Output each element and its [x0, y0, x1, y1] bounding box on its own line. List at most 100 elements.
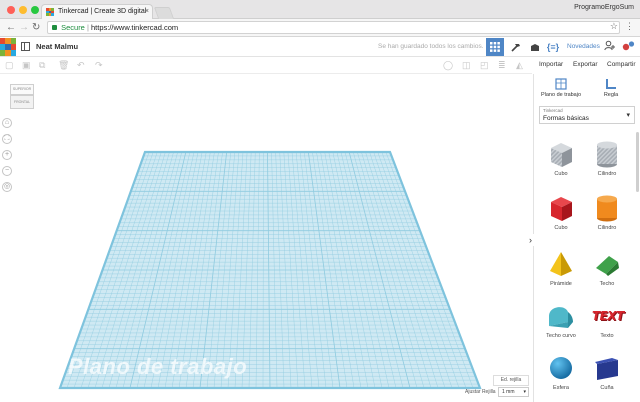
shape-sphere[interactable]: Esfera	[538, 354, 584, 391]
side-actions-bar: Importar Exportar Compartir	[532, 57, 640, 74]
shape-label: Cubo	[554, 225, 568, 231]
light-bulb-icon[interactable]: ◯	[443, 60, 453, 70]
forward-arrow-icon[interactable]: →	[19, 22, 29, 33]
shape-label: Techo	[599, 281, 615, 287]
design-name[interactable]: Neat Malmu	[36, 42, 78, 51]
workplane-icon	[555, 78, 567, 91]
sphere-icon	[546, 354, 576, 382]
zoom-out-icon[interactable]: −	[2, 166, 12, 176]
browser-address-bar: ← → ↻ Secure | https://www.tinkercad.com…	[0, 19, 640, 37]
browser-menu-icon[interactable]: ⋮	[625, 21, 634, 32]
group-icon[interactable]: ◫	[462, 60, 471, 70]
shape-pyramid[interactable]: Pirámide	[538, 250, 584, 287]
snap-grid-label: Ajustar Rejilla	[465, 389, 496, 395]
bookmark-star-icon[interactable]: ☆	[610, 21, 618, 32]
collapse-panel-chevron-icon[interactable]: ›	[529, 234, 537, 246]
tab-title: Tinkercad | Create 3D digital	[58, 8, 147, 15]
pyramid-icon	[546, 250, 576, 278]
panel-scrollbar[interactable]	[636, 132, 639, 192]
edit-toolbar: ▢ ▣ ⧉ 🗑 ↶ ↷ ◯ ◫ ◰ ≣ ◭	[0, 57, 532, 74]
new-tab-button[interactable]	[153, 7, 175, 19]
user-add-icon[interactable]	[604, 40, 615, 54]
view-cube-front[interactable]: FRONTAL	[10, 95, 34, 109]
paste-icon[interactable]: ▣	[22, 60, 31, 70]
edit-grid-button[interactable]: Ed. rejilla	[493, 375, 529, 386]
url-text: https://www.tinkercad.com	[91, 23, 179, 32]
view-cube[interactable]: SUPERIOR FRONTAL	[10, 84, 34, 110]
shape-label: Cubo	[554, 171, 568, 177]
workplane-tool[interactable]: Plano de trabajo	[536, 78, 586, 98]
novedades-link[interactable]: Novedades	[567, 43, 600, 50]
shapes-panel: Plano de trabajo Regla Tinkercad Formas …	[533, 74, 640, 402]
shape-wedge[interactable]: Cuña	[584, 354, 630, 391]
tab-close-icon[interactable]: ×	[145, 5, 149, 19]
window-maximize-button[interactable]	[31, 6, 39, 14]
home-view-icon[interactable]: ⌂	[2, 118, 12, 128]
view-cube-top[interactable]: SUPERIOR	[10, 84, 34, 95]
zoom-in-icon[interactable]: +	[2, 150, 12, 160]
round-roof-icon	[546, 302, 576, 330]
shape-cylinder-hole[interactable]: Cilindro	[584, 140, 630, 177]
shape-box-hole[interactable]: Cubo	[538, 140, 584, 177]
designs-list-icon[interactable]	[21, 42, 30, 51]
shape-cylinder[interactable]: Cilindro	[584, 194, 630, 231]
shape-roof[interactable]: Techo	[584, 250, 630, 287]
3d-view-button[interactable]	[486, 38, 504, 56]
shape-box[interactable]: Cubo	[538, 194, 584, 231]
ruler-icon	[605, 78, 617, 91]
shape-label: Techo curvo	[546, 333, 576, 339]
browser-titlebar: Tinkercad | Create 3D digital × Programo…	[0, 0, 640, 19]
shape-text[interactable]: TEXT Texto	[584, 302, 630, 339]
share-button[interactable]: Compartir	[607, 61, 636, 68]
hammer-icon	[510, 43, 520, 52]
window-minimize-button[interactable]	[19, 6, 27, 14]
window-close-button[interactable]	[7, 6, 15, 14]
secure-label: Secure	[61, 23, 85, 32]
shape-label: Pirámide	[550, 281, 572, 287]
export-button[interactable]: Exportar	[573, 61, 598, 68]
grid-icon	[490, 42, 500, 52]
workspace-canvas[interactable]: SUPERIOR FRONTAL ⌂ ⛶ + − ◎ Plano de trab…	[0, 74, 532, 402]
workplane-grid[interactable]	[0, 74, 532, 402]
perspective-icon[interactable]: ◎	[2, 182, 12, 192]
cylinder-hole-icon	[592, 140, 622, 168]
blocks-view-button[interactable]	[526, 38, 544, 56]
shape-label: Esfera	[553, 385, 569, 391]
tinkercad-logo[interactable]	[0, 38, 16, 56]
duplicate-icon[interactable]: ⧉	[39, 60, 45, 70]
shape-label: Cuña	[600, 385, 614, 391]
ruler-tool[interactable]: Regla	[586, 78, 636, 98]
shape-label: Texto	[600, 333, 614, 339]
redo-icon[interactable]: ↷	[95, 60, 103, 70]
reload-icon[interactable]: ↻	[32, 22, 40, 33]
back-arrow-icon[interactable]: ←	[6, 22, 16, 33]
orange-cylinder-icon	[592, 194, 622, 222]
profile-avatar-icon[interactable]	[622, 40, 635, 55]
caret-down-icon: ▾	[626, 112, 630, 119]
undo-icon[interactable]: ↶	[77, 60, 85, 70]
bricks-view-button[interactable]	[506, 38, 524, 56]
shape-round-roof[interactable]: Techo curvo	[538, 302, 584, 339]
browser-profile-name[interactable]: ProgramoErgoSum	[574, 4, 634, 11]
code-blocks-button[interactable]: {≡}	[544, 38, 562, 56]
align-icon[interactable]: ≣	[498, 60, 506, 70]
ungroup-icon[interactable]: ◰	[480, 60, 489, 70]
wedge-icon	[592, 354, 622, 382]
red-cube-icon	[546, 194, 576, 222]
logo-cell	[10, 50, 16, 56]
save-status: Se han guardado todos los cambios.	[378, 43, 484, 50]
shape-library-select[interactable]: Tinkercad Formas básicas ▾	[539, 106, 635, 124]
fit-view-icon[interactable]: ⛶	[2, 134, 12, 144]
text-3d-icon: TEXT	[592, 309, 624, 323]
url-separator: |	[86, 23, 89, 32]
lock-icon	[52, 25, 57, 30]
browser-tab[interactable]: Tinkercad | Create 3D digital ×	[41, 4, 153, 19]
import-button[interactable]: Importar	[539, 61, 563, 68]
cube-hole-icon	[546, 140, 576, 168]
url-input[interactable]: Secure | https://www.tinkercad.com	[47, 21, 620, 34]
delete-icon[interactable]: 🗑	[58, 60, 69, 70]
mirror-icon[interactable]: ◭	[516, 60, 523, 70]
copy-icon[interactable]: ▢	[5, 60, 14, 70]
snap-grid-select[interactable]: 1 mm	[498, 387, 529, 397]
roof-icon	[592, 250, 622, 278]
